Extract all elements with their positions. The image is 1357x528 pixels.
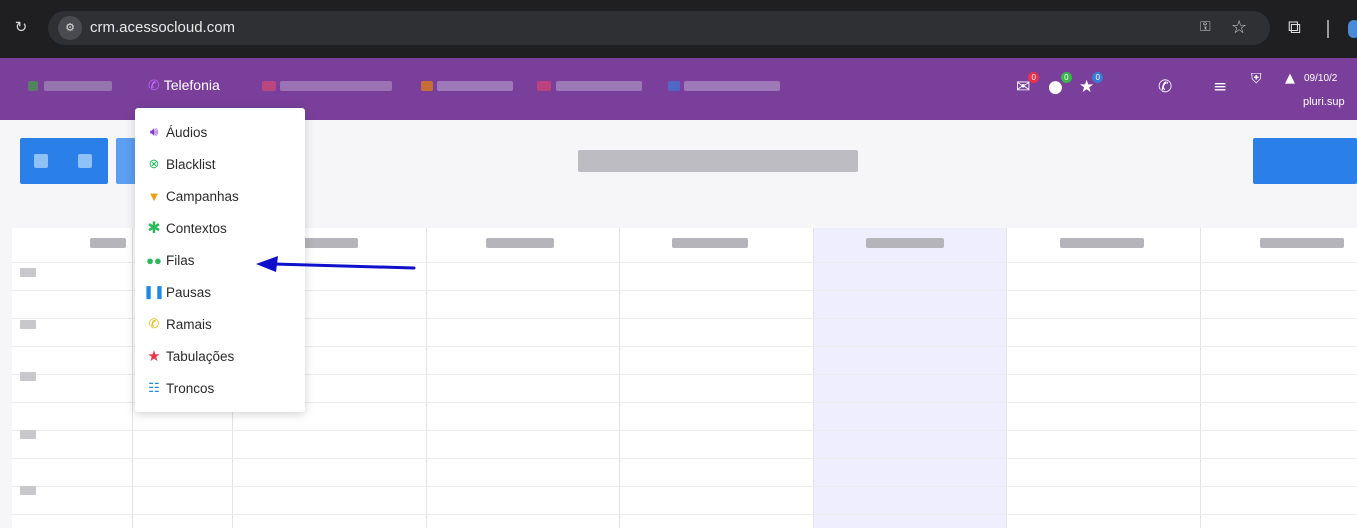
menu-item-label: Blacklist xyxy=(166,156,216,172)
grid-col-line xyxy=(619,228,620,528)
view-button-blurred[interactable] xyxy=(1253,138,1357,184)
grid-col-line xyxy=(426,228,427,528)
screen: ↻ ⚙ crm.acessocloud.com ⚿ ☆ ⧉ ✆ Telefonia… xyxy=(0,0,1357,528)
favorites-icon[interactable]: ★ 0 xyxy=(1079,72,1104,97)
menu-item-label: Contextos xyxy=(166,220,227,236)
day-header-blurred xyxy=(90,238,126,248)
grid-row-line xyxy=(12,458,1357,459)
menu-item-label: Campanhas xyxy=(166,188,239,204)
arrow-shaft xyxy=(272,262,416,270)
nav-item-blurred[interactable] xyxy=(437,81,513,91)
phone-icon: ✆ xyxy=(148,77,160,93)
nav-item-telefonia-label: Telefonia xyxy=(163,77,220,93)
browser-toolbar: ↻ ⚙ crm.acessocloud.com ⚿ ☆ ⧉ xyxy=(0,0,1357,58)
star-icon: ★ xyxy=(147,348,161,365)
menu-item-label: Troncos xyxy=(166,380,215,396)
nav-icon-blurred xyxy=(421,81,433,91)
menu-item-label: Áudios xyxy=(166,124,208,140)
menu-item-campanhas[interactable]: ▼ Campanhas xyxy=(145,185,239,207)
reload-icon[interactable]: ↻ xyxy=(12,18,30,36)
url-text[interactable]: crm.acessocloud.com xyxy=(90,19,235,36)
nav-item-blurred[interactable] xyxy=(684,81,780,91)
menu-item-filas[interactable]: ●● Filas xyxy=(145,249,195,271)
day-header-blurred xyxy=(672,238,748,248)
menu-item-troncos[interactable]: ☷ Troncos xyxy=(145,377,214,399)
site-info-icon[interactable]: ⚙ xyxy=(58,16,82,40)
day-header-blurred xyxy=(1060,238,1144,248)
day-header-blurred xyxy=(486,238,554,248)
grid-col-line xyxy=(813,228,814,528)
grid-col-line xyxy=(132,228,133,528)
menu-item-label: Filas xyxy=(166,252,195,268)
nav-icon-blurred xyxy=(668,81,680,91)
menu-item-label: Pausas xyxy=(166,284,212,300)
phone-volume-icon: ✆ xyxy=(148,316,160,331)
network-icon: ☷ xyxy=(148,380,160,395)
today-column xyxy=(813,228,1006,528)
calendar-title-blurred xyxy=(578,150,858,172)
annotation-arrow xyxy=(256,256,416,272)
menu-item-ramais[interactable]: ✆ Ramais xyxy=(145,313,212,335)
time-label-blurred xyxy=(20,486,36,495)
prev-icon-blurred xyxy=(34,154,48,168)
day-header-blurred xyxy=(1260,238,1344,248)
day-header-blurred xyxy=(866,238,944,248)
next-icon-blurred xyxy=(78,154,92,168)
current-user: pluri.sup xyxy=(1303,96,1345,108)
volume-icon: 🔊︎ xyxy=(149,124,159,139)
address-bar[interactable]: ⚙ crm.acessocloud.com ⚿ ☆ xyxy=(48,11,1270,45)
chat-badge: 0 xyxy=(1060,72,1072,83)
funnel-icon: ▼ xyxy=(147,188,161,204)
user-icon[interactable]: ▲ xyxy=(1285,71,1295,86)
menu-item-tabulacoes[interactable]: ★ Tabulações xyxy=(145,345,234,367)
time-label-blurred xyxy=(20,320,36,329)
nav-item-blurred[interactable] xyxy=(556,81,642,91)
time-label-blurred xyxy=(20,372,36,381)
shield-icon[interactable]: ⛨ xyxy=(1251,71,1262,87)
mail-icon[interactable]: ✉ 0 xyxy=(1016,72,1040,97)
time-label-blurred xyxy=(20,268,36,277)
menu-item-blacklist[interactable]: ⊗ Blacklist xyxy=(145,153,216,175)
star-icon[interactable]: ☆ xyxy=(1231,17,1247,38)
key-icon[interactable]: ⚿ xyxy=(1200,19,1211,35)
users-icon: ●● xyxy=(146,252,162,268)
x-circle-icon: ⊗ xyxy=(148,156,160,171)
menu-item-audios[interactable]: 🔊︎ Áudios xyxy=(145,121,207,143)
menu-item-label: Ramais xyxy=(166,316,212,332)
nav-item-blurred[interactable] xyxy=(280,81,392,91)
nav-icon-blurred xyxy=(262,81,276,91)
favorites-badge: 0 xyxy=(1092,72,1104,83)
nav-item-blurred[interactable] xyxy=(44,81,112,91)
time-label-blurred xyxy=(20,430,36,439)
grid-row-line xyxy=(12,486,1357,487)
mail-badge: 0 xyxy=(1028,72,1040,83)
chat-icon[interactable]: ● 0 xyxy=(1048,72,1072,97)
hamburger-menu-icon[interactable]: ≡ xyxy=(1213,77,1227,97)
current-date: 09/10/2 xyxy=(1304,73,1338,84)
extensions-icon[interactable]: ⧉ xyxy=(1288,17,1301,38)
grid-row-line xyxy=(12,514,1357,515)
profile-avatar[interactable] xyxy=(1348,20,1357,38)
pause-icon: ❚❚ xyxy=(143,284,165,299)
nav-icon-blurred xyxy=(537,81,551,91)
grid-row-line xyxy=(12,430,1357,431)
toolbar-divider xyxy=(1327,20,1329,38)
nav-logo-blurred[interactable] xyxy=(28,81,38,91)
menu-item-contextos[interactable]: ✱ Contextos xyxy=(145,217,227,239)
asterisk-icon: ✱ xyxy=(147,220,161,237)
grid-col-line xyxy=(1006,228,1007,528)
grid-col-line xyxy=(1200,228,1201,528)
today-button-blurred[interactable] xyxy=(116,138,136,184)
arrow-head xyxy=(256,256,278,272)
phone-call-icon[interactable]: ✆ xyxy=(1158,77,1172,97)
nav-item-telefonia[interactable]: ✆ Telefonia xyxy=(148,77,220,94)
menu-item-pausas[interactable]: ❚❚ Pausas xyxy=(143,281,212,303)
menu-item-label: Tabulações xyxy=(166,348,235,364)
